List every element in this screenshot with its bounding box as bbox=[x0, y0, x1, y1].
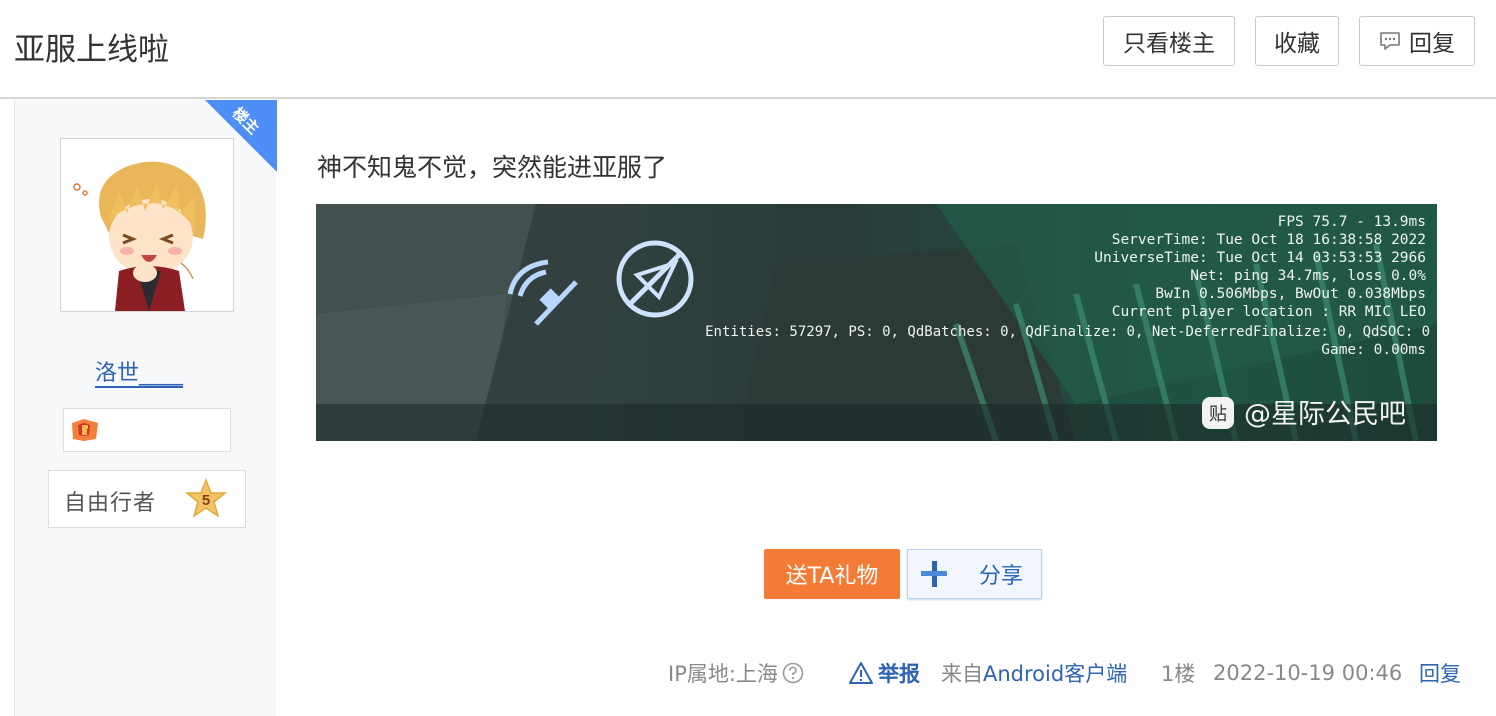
post-time: 2022-10-19 00:46 bbox=[1213, 661, 1403, 685]
post-text: 神不知鬼不觉，突然能进亚服了 bbox=[317, 153, 668, 182]
level-number: 5 bbox=[202, 492, 210, 509]
reply-button-label: 回复 bbox=[1409, 31, 1455, 57]
favorite-button[interactable]: 收藏 bbox=[1255, 16, 1339, 66]
post: 楼主 洛世____ 自由行者 5 神不知鬼不觉，突然能进亚服了 FPS 75.7… bbox=[14, 100, 1496, 716]
warning-icon bbox=[849, 662, 873, 684]
overlay-line: Entities: 57297, PS: 0, QdBatches: 0, Qd… bbox=[705, 324, 1430, 340]
send-gift-button[interactable]: 送TA礼物 bbox=[764, 549, 900, 599]
badge-box bbox=[63, 408, 231, 452]
team-badge-icon bbox=[72, 419, 98, 441]
report-label: 举报 bbox=[878, 662, 920, 686]
share-label: 分享 bbox=[979, 564, 1024, 589]
ip-location: IP属地:上海 bbox=[668, 656, 804, 690]
overlay-line: BwIn 0.506Mbps, BwOut 0.038Mbps bbox=[1155, 286, 1426, 302]
avatar[interactable] bbox=[60, 138, 234, 312]
overlay-line: ServerTime: Tue Oct 18 16:38:58 2022 bbox=[1112, 232, 1426, 248]
watermark-text: @星际公民吧 bbox=[1244, 399, 1406, 430]
username-link[interactable]: 洛世____ bbox=[95, 355, 183, 387]
client-link[interactable]: Android客户端 bbox=[983, 658, 1127, 688]
level-box[interactable]: 自由行者 5 bbox=[48, 470, 246, 528]
avatar-image bbox=[61, 139, 233, 311]
reply-link[interactable]: 回复 bbox=[1419, 656, 1461, 690]
level-star-icon: 5 bbox=[184, 478, 228, 518]
watermark-badge: 贴 bbox=[1209, 404, 1227, 425]
only-op-button[interactable]: 只看楼主 bbox=[1103, 16, 1235, 66]
ip-location-text: IP属地:上海 bbox=[668, 662, 778, 686]
thread-header: 亚服上线啦 只看楼主 收藏 回复 bbox=[0, 0, 1496, 99]
post-source: 来自 Android客户端 bbox=[941, 656, 1127, 690]
floor-number: 1楼 bbox=[1161, 662, 1196, 686]
overlay-line: Net: ping 34.7ms, loss 0.0% bbox=[1190, 268, 1426, 284]
overlay-line: Game: 0.00ms bbox=[1321, 342, 1426, 358]
thread-title: 亚服上线啦 bbox=[14, 32, 169, 68]
reply-button[interactable]: 回复 bbox=[1359, 16, 1475, 66]
author-panel: 楼主 洛世____ 自由行者 5 bbox=[14, 100, 277, 716]
source-prefix: 来自 bbox=[941, 662, 983, 686]
post-image[interactable]: FPS 75.7 - 13.9ms ServerTime: Tue Oct 18… bbox=[316, 204, 1437, 442]
question-icon[interactable] bbox=[782, 662, 804, 684]
overlay-line: FPS 75.7 - 13.9ms bbox=[1278, 214, 1426, 230]
watermark: 贴 @星际公民吧 bbox=[1202, 397, 1406, 430]
overlay-line: UniverseTime: Tue Oct 14 03:53:53 2966 bbox=[1094, 250, 1426, 266]
report-link[interactable]: 举报 bbox=[848, 656, 920, 690]
level-name: 自由行者 bbox=[64, 491, 157, 516]
share-plus-icon bbox=[921, 561, 947, 587]
share-button[interactable]: 分享 bbox=[907, 549, 1042, 599]
game-screenshot: FPS 75.7 - 13.9ms ServerTime: Tue Oct 18… bbox=[316, 204, 1437, 442]
overlay-line: Current player location : RR MIC LEO bbox=[1112, 304, 1426, 320]
comment-icon bbox=[1380, 32, 1400, 50]
